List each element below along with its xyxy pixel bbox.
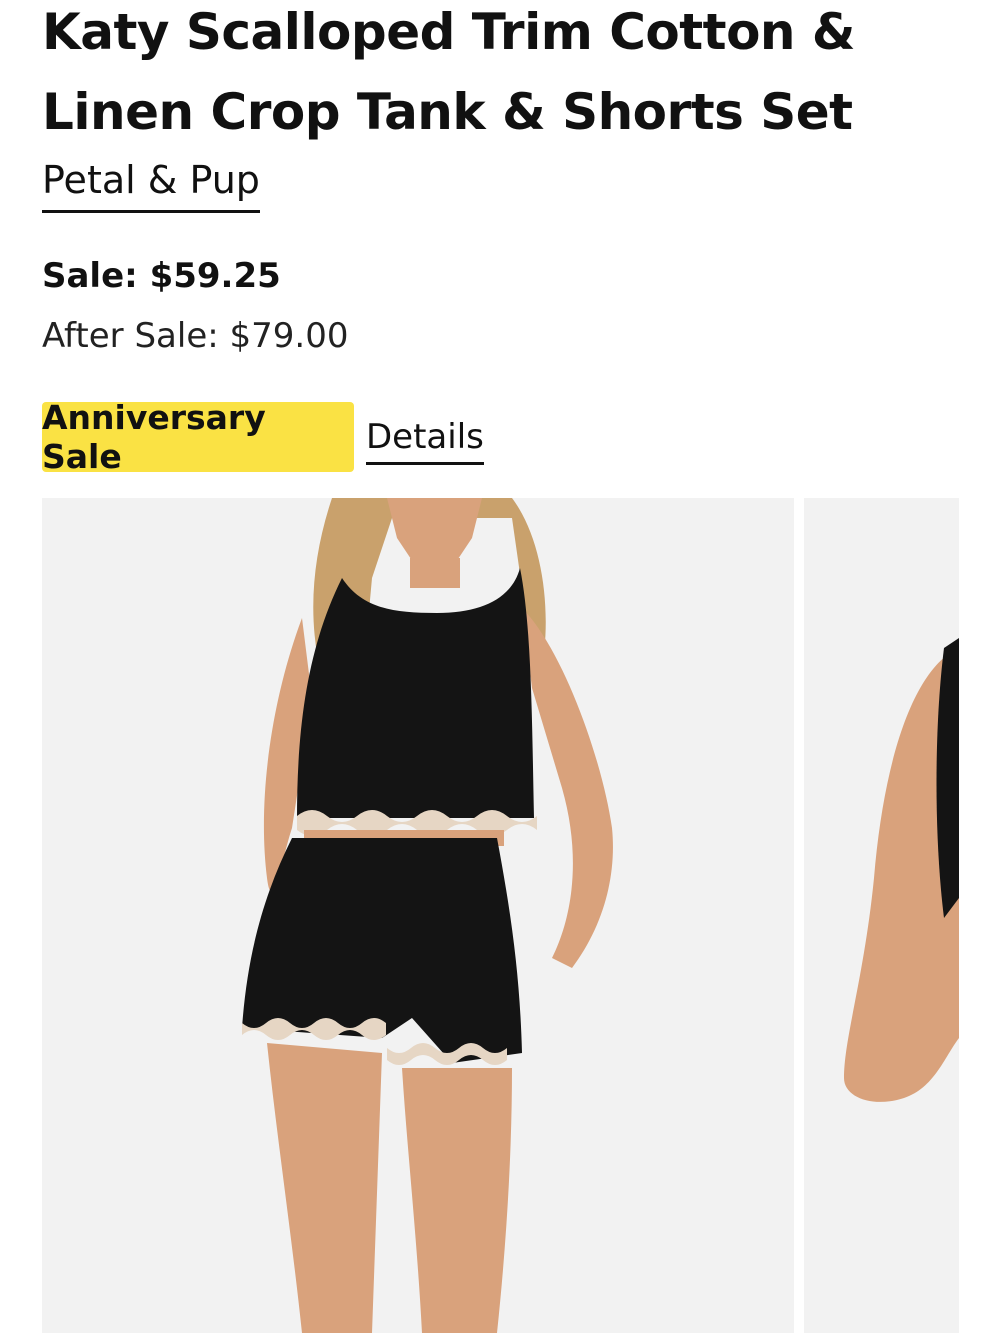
- product-photo-side[interactable]: [804, 498, 959, 1333]
- model-front-illustration: [42, 498, 794, 1333]
- anniversary-sale-badge: Anniversary Sale: [42, 398, 354, 476]
- after-sale-price: After Sale: $79.00: [42, 316, 349, 356]
- product-photo-front[interactable]: [42, 498, 794, 1333]
- product-title: Katy Scalloped Trim Cotton & Linen Crop …: [42, 3, 856, 141]
- model-side-illustration: [804, 498, 959, 1333]
- brand-link[interactable]: Petal & Pup: [42, 152, 260, 213]
- sale-price: Sale: $59.25: [42, 256, 281, 296]
- product-image-gallery[interactable]: [42, 498, 1000, 1333]
- sale-details-link[interactable]: Details: [366, 414, 484, 465]
